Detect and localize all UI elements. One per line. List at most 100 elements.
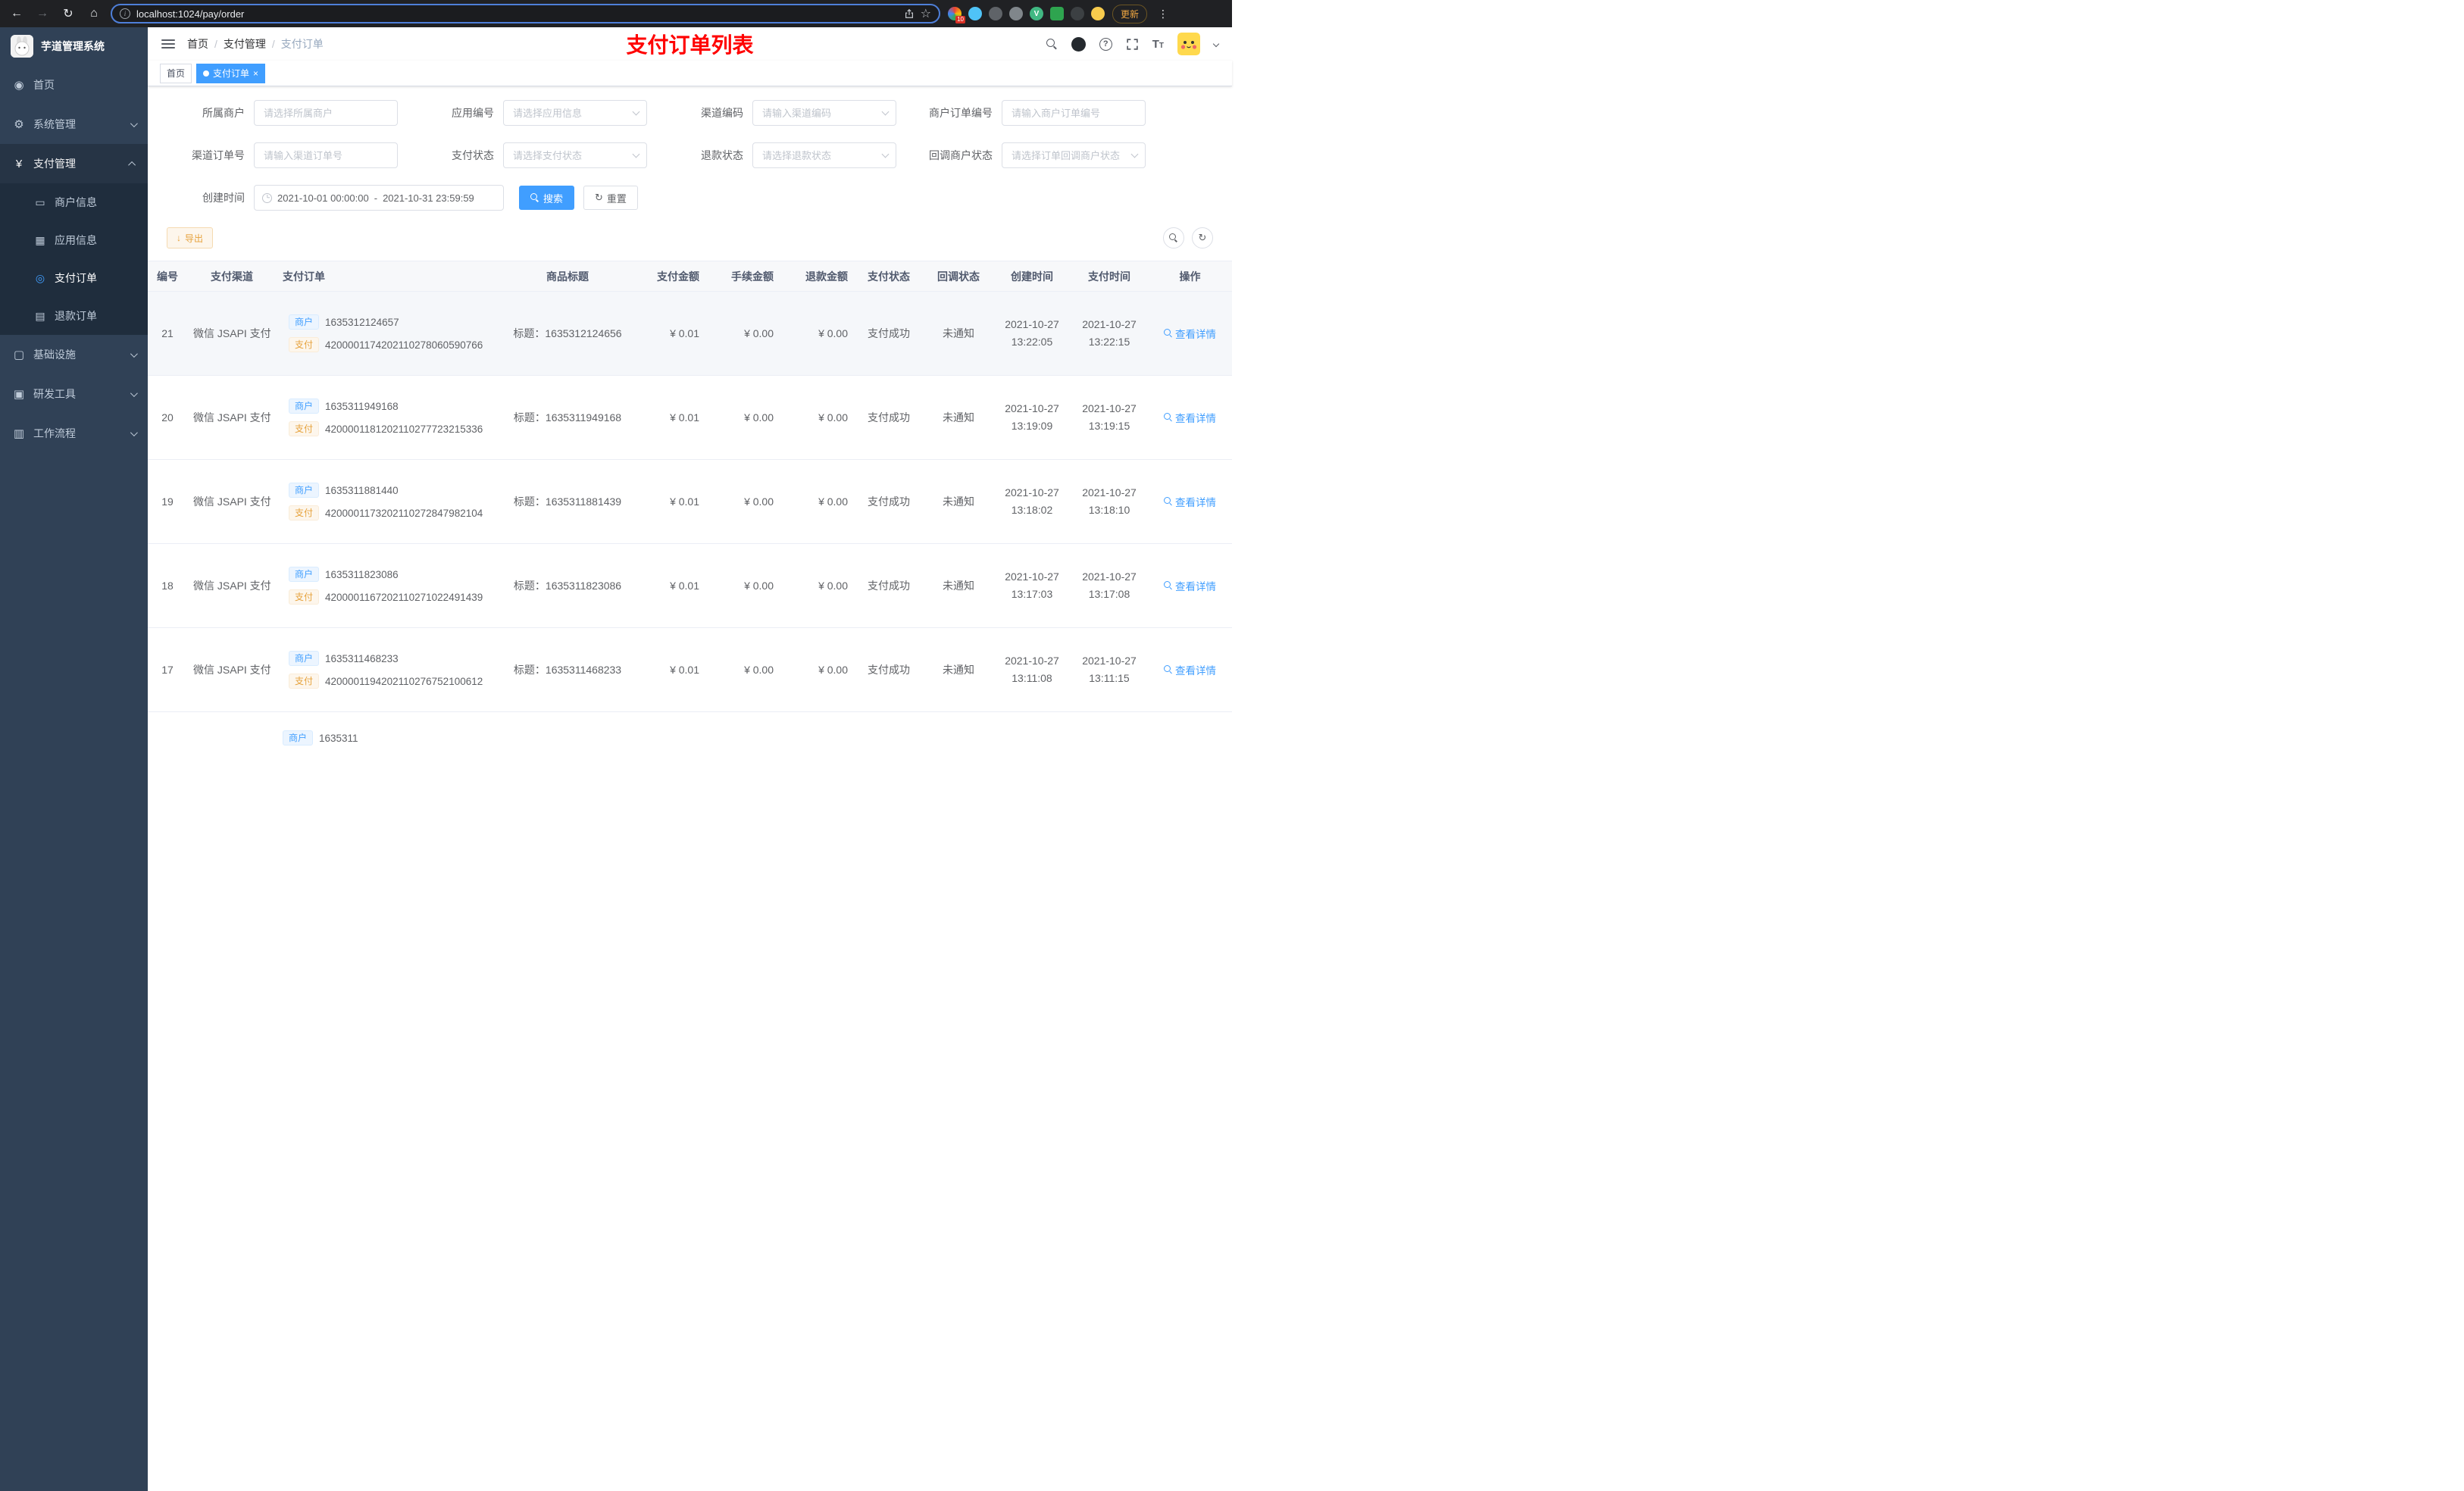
- sidebar-item-merchant-info[interactable]: ▭ 商户信息: [0, 183, 148, 221]
- fullscreen-icon[interactable]: [1126, 38, 1139, 51]
- notify-status-select[interactable]: [1002, 142, 1146, 168]
- user-avatar[interactable]: [1177, 33, 1200, 55]
- clock-icon: [262, 192, 272, 203]
- breadcrumb-home[interactable]: 首页: [187, 36, 208, 52]
- extension-icon[interactable]: [989, 7, 1002, 20]
- view-detail-link[interactable]: 查看详情: [1164, 326, 1216, 341]
- workflow-icon: ▥: [13, 427, 25, 440]
- date-range-picker[interactable]: 2021-10-01 00:00:00 - 2021-10-31 23:59:5…: [254, 185, 504, 211]
- card-icon: ▭: [35, 195, 45, 208]
- notify-status: 未通知: [943, 327, 974, 339]
- extension-icon[interactable]: [1071, 7, 1084, 20]
- refund-status-select[interactable]: [752, 142, 896, 168]
- col-actions: 操作: [1148, 261, 1232, 292]
- pay-channel: 微信 JSAPI 支付: [193, 664, 271, 676]
- merchant-order-no-input[interactable]: [1002, 100, 1146, 126]
- sidebar: 芋道管理系统 ◉ 首页 ⚙ 系统管理 ¥ 支付管理 ▭ 商户信息 ▦ 应用信息 …: [0, 27, 148, 1491]
- tab-home[interactable]: 首页: [160, 63, 192, 83]
- extension-icon[interactable]: 10: [948, 7, 965, 23]
- fee-amount: ¥ 0.00: [744, 495, 774, 508]
- bookmark-star-icon[interactable]: ☆: [921, 6, 931, 21]
- view-detail-link[interactable]: 查看详情: [1164, 410, 1216, 425]
- home-icon[interactable]: ⌂: [85, 5, 103, 23]
- chevron-down-icon: [130, 119, 138, 127]
- profile-avatar-icon[interactable]: [1091, 7, 1105, 20]
- order-id: 18: [161, 580, 174, 592]
- app-id-select[interactable]: [503, 100, 647, 126]
- channel-order-no: 4200001173202110272847982104: [325, 507, 483, 519]
- address-bar[interactable]: i localhost:1024/pay/order ☆: [111, 4, 940, 23]
- back-icon[interactable]: ←: [8, 5, 26, 23]
- browser-menu-icon[interactable]: ⋮: [1155, 8, 1171, 20]
- search-icon[interactable]: [1046, 38, 1058, 50]
- merchant-tag: 商户: [289, 399, 320, 414]
- merchant-order-no: 1635311949168: [325, 400, 399, 412]
- merchant-tag: 商户: [283, 730, 314, 746]
- extension-icon[interactable]: V: [1030, 7, 1043, 20]
- hamburger-icon[interactable]: [161, 39, 175, 48]
- github-icon[interactable]: [1071, 36, 1086, 52]
- merchant-order-no: 1635312124657: [325, 316, 399, 328]
- product-title: 标题：1635312124656: [513, 327, 622, 339]
- chrome-update-button[interactable]: 更新: [1112, 4, 1148, 23]
- sidebar-item-system[interactable]: ⚙ 系统管理: [0, 105, 148, 144]
- view-detail-link[interactable]: 查看详情: [1164, 662, 1216, 677]
- reset-button[interactable]: ↻ 重置: [583, 186, 638, 210]
- table-row-partial: 商户 1635311: [148, 712, 1232, 746]
- dashboard-icon: ◉: [14, 79, 24, 92]
- breadcrumb-pay-mgmt[interactable]: 支付管理: [224, 36, 266, 52]
- gear-icon: ⚙: [14, 118, 24, 131]
- chevron-down-icon: [130, 389, 138, 397]
- sidebar-item-home[interactable]: ◉ 首页: [0, 65, 148, 105]
- channel-code-select[interactable]: [752, 100, 896, 126]
- toggle-search-button[interactable]: [1163, 227, 1184, 248]
- filter-notify-status: 回调商户状态: [915, 142, 1146, 168]
- refresh-button[interactable]: ↻: [1192, 227, 1213, 248]
- tab-pay-order[interactable]: 支付订单 ×: [196, 63, 266, 83]
- tools-icon: ▣: [13, 388, 25, 401]
- refresh-icon: ↻: [595, 192, 603, 203]
- pay-tag: 支付: [289, 337, 320, 352]
- pay-tag: 支付: [289, 674, 320, 689]
- help-icon[interactable]: ?: [1099, 37, 1112, 51]
- breadcrumb: 首页 / 支付管理 / 支付订单: [187, 36, 324, 52]
- forward-icon[interactable]: →: [33, 5, 52, 23]
- view-detail-link[interactable]: 查看详情: [1164, 578, 1216, 593]
- extension-icon[interactable]: [1009, 7, 1023, 20]
- sidebar-item-payment[interactable]: ¥ 支付管理: [0, 144, 148, 183]
- refund-amount: ¥ 0.00: [818, 327, 848, 339]
- extension-icon[interactable]: [968, 7, 982, 20]
- sidebar-item-refund-order[interactable]: ▤ 退款订单: [0, 297, 148, 335]
- col-amount: 支付金额: [631, 261, 705, 292]
- pay-channel: 微信 JSAPI 支付: [193, 495, 271, 508]
- grid-icon: ▦: [35, 233, 45, 246]
- merchant-order-no: 1635311468233: [325, 652, 399, 664]
- merchant-input[interactable]: [254, 100, 398, 126]
- extension-badge: 10: [955, 16, 965, 23]
- site-info-icon[interactable]: i: [120, 8, 130, 19]
- sidebar-item-infrastructure[interactable]: ▢ 基础设施: [0, 335, 148, 374]
- export-button[interactable]: ↓ 导出: [167, 227, 214, 248]
- view-detail-link[interactable]: 查看详情: [1164, 494, 1216, 509]
- reload-icon[interactable]: ↻: [59, 5, 77, 23]
- pay-amount: ¥ 0.01: [670, 327, 699, 339]
- extension-icon[interactable]: [1050, 7, 1064, 20]
- channel-order-no-input[interactable]: [254, 142, 398, 168]
- sidebar-item-dev-tools[interactable]: ▣ 研发工具: [0, 374, 148, 414]
- merchant-order-no: 1635311: [319, 732, 358, 744]
- product-title: 标题：1635311468233: [513, 664, 622, 676]
- tags-view: 首页 支付订单 ×: [148, 61, 1232, 86]
- sidebar-item-pay-order[interactable]: ◎ 支付订单: [0, 259, 148, 297]
- search-icon: [1164, 413, 1173, 422]
- chevron-down-icon[interactable]: [1212, 40, 1220, 48]
- chevron-down-icon: [130, 428, 138, 436]
- sidebar-item-app-info[interactable]: ▦ 应用信息: [0, 221, 148, 259]
- pay-status-select[interactable]: [503, 142, 647, 168]
- close-icon[interactable]: ×: [253, 69, 258, 78]
- sidebar-item-workflow[interactable]: ▥ 工作流程: [0, 414, 148, 453]
- font-size-icon[interactable]: TT: [1152, 38, 1164, 51]
- pay-tag: 支付: [289, 421, 320, 436]
- search-button[interactable]: 搜索: [519, 186, 575, 210]
- share-icon[interactable]: [904, 8, 915, 19]
- col-channel: 支付渠道: [187, 261, 277, 292]
